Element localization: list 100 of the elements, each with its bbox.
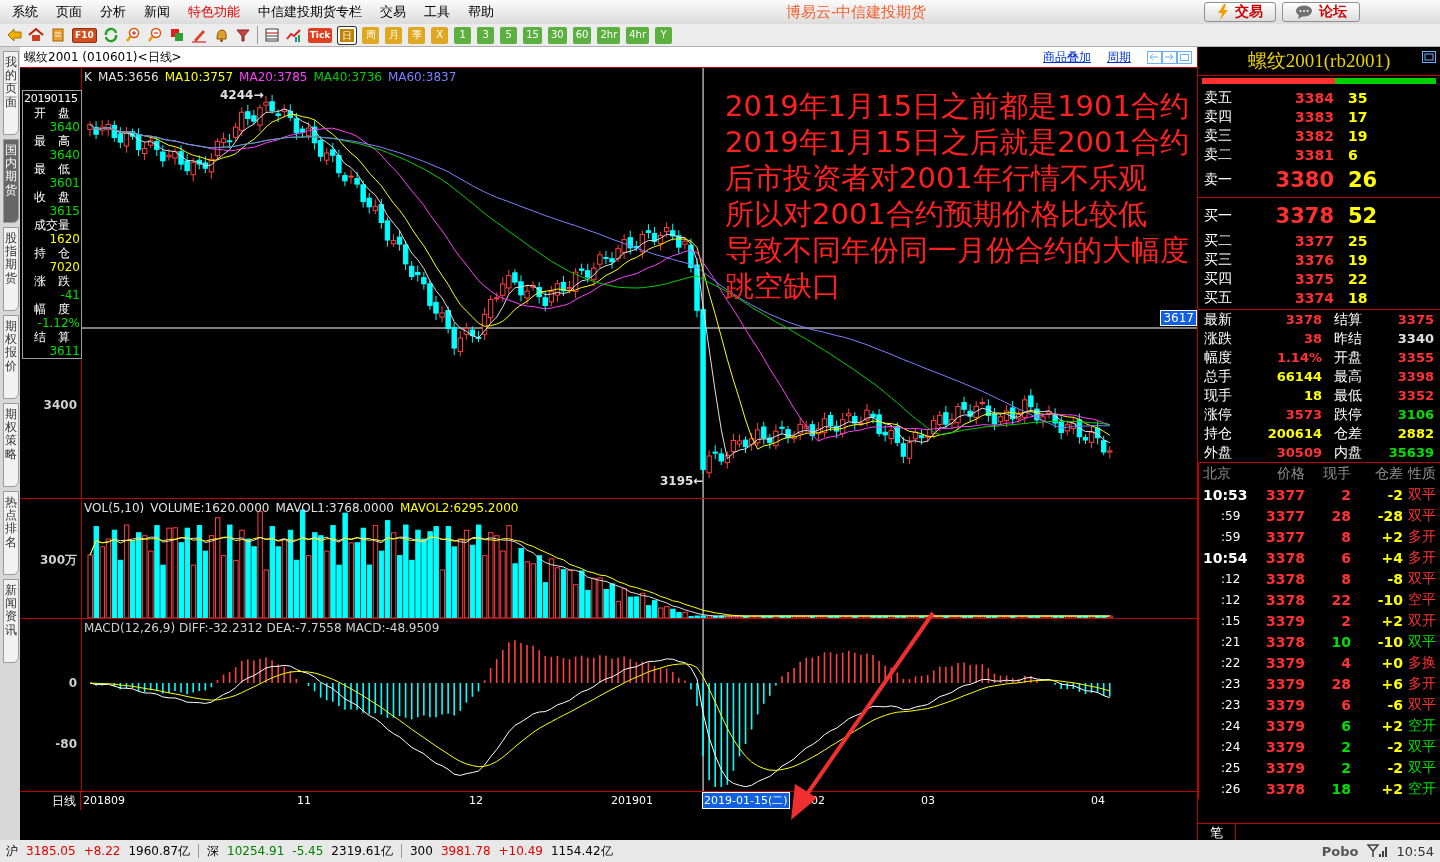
- menu-item[interactable]: 系统: [6, 3, 50, 21]
- home-icon[interactable]: [28, 27, 44, 43]
- brand-logo: Pobo: [1321, 843, 1359, 859]
- back-arrow-icon[interactable]: [6, 27, 22, 43]
- tick-volume: 2: [1340, 486, 1351, 503]
- index-change: +10.49: [498, 844, 543, 858]
- menu-item[interactable]: 新闻: [138, 3, 182, 21]
- stat-label: 昨结: [1334, 329, 1363, 348]
- tick-time: :59: [1220, 529, 1242, 544]
- index-change: -5.45: [292, 844, 324, 858]
- index-name: 沪: [6, 842, 18, 860]
- window-buttons-icon[interactable]: [1147, 50, 1193, 64]
- tick-position-change: +4: [1380, 549, 1403, 566]
- index-turnover: 1154.42亿: [550, 842, 613, 860]
- tick-position-change: +2: [1380, 780, 1403, 797]
- tick-time: :15: [1220, 613, 1242, 628]
- period-button[interactable]: 30: [547, 26, 567, 44]
- f10-button[interactable]: F10: [72, 27, 97, 43]
- side-tab[interactable]: 新闻资讯: [3, 579, 19, 663]
- overlapping-squares-icon[interactable]: [168, 27, 185, 43]
- index-turnover: 1960.87亿: [128, 842, 191, 860]
- tick-time: 10:54: [1203, 549, 1249, 566]
- period-button[interactable]: 4hr: [626, 26, 650, 44]
- pen-icon[interactable]: [190, 27, 207, 43]
- chart-link[interactable]: 商品叠加: [1043, 48, 1091, 66]
- annotation-text: 所以对2001合约预期价格比较低: [725, 196, 1148, 232]
- trade-button[interactable]: 交易: [1204, 2, 1276, 22]
- menu-item[interactable]: 分析: [94, 3, 138, 21]
- tick-price: 3378: [1265, 591, 1305, 608]
- ask-volume: 26: [1347, 167, 1378, 192]
- tick-volume: 8: [1340, 528, 1351, 545]
- stat-label: 幅度: [1204, 348, 1233, 367]
- ask-price: 3380: [1274, 167, 1334, 192]
- stat-label: 涨跌: [1204, 329, 1233, 348]
- period-button[interactable]: Y: [655, 26, 673, 44]
- ask-price: 3381: [1294, 146, 1334, 163]
- period-button[interactable]: 3: [477, 26, 495, 44]
- tick-type: 双平: [1407, 506, 1436, 525]
- menu-item[interactable]: 特色功能: [182, 3, 252, 21]
- tick-price: 3378: [1265, 570, 1305, 587]
- menu-item[interactable]: 页面: [50, 3, 94, 21]
- side-tab[interactable]: 期权报价: [3, 315, 19, 399]
- period-button[interactable]: 60: [572, 26, 592, 44]
- stat-label: 仓差: [1334, 424, 1363, 443]
- menu-item[interactable]: 交易: [374, 3, 418, 21]
- period-button[interactable]: 5: [500, 26, 518, 44]
- side-tab[interactable]: 期权策略: [3, 403, 19, 487]
- tick-type: 双平: [1407, 758, 1436, 777]
- zoom-out-icon[interactable]: [146, 27, 163, 43]
- period-button[interactable]: 15: [523, 26, 542, 44]
- tick-price: 3378: [1265, 549, 1305, 566]
- tick-type: 双平: [1407, 632, 1436, 651]
- stat-value: 200614: [1266, 426, 1323, 441]
- bid-volume: 22: [1347, 270, 1368, 287]
- period-button[interactable]: 日: [338, 26, 357, 44]
- forum-button[interactable]: 论坛: [1282, 2, 1360, 22]
- tick-price: 3379: [1265, 738, 1305, 755]
- info-label: 涨 跌: [33, 274, 71, 288]
- stat-value: 1.14%: [1275, 350, 1323, 365]
- clock-time: 10:54: [1396, 843, 1434, 859]
- column-header: 价格: [1276, 464, 1305, 483]
- tick-time: :23: [1220, 676, 1242, 691]
- notepad-icon[interactable]: [50, 27, 66, 43]
- tick-position-change: -28: [1376, 507, 1403, 524]
- tick-price: 3378: [1265, 780, 1305, 797]
- side-tab[interactable]: 股指期货: [3, 227, 19, 311]
- tick-type: 双开: [1407, 611, 1436, 630]
- info-value: 7020: [48, 260, 80, 274]
- period-button[interactable]: 2hr: [597, 26, 621, 44]
- tick-time: :21: [1220, 634, 1242, 649]
- period-button[interactable]: 1: [454, 26, 472, 44]
- tick-time: :23: [1220, 697, 1242, 712]
- side-tab[interactable]: 我的页面: [3, 51, 19, 135]
- line-chart-icon[interactable]: [285, 27, 302, 43]
- stat-value: 3378: [1284, 312, 1323, 327]
- menu-item[interactable]: 工具: [418, 3, 462, 21]
- quote-title: 螺纹2001(rb2001): [1247, 49, 1391, 73]
- refresh-icon[interactable]: [102, 27, 119, 43]
- tick-position-change: -2: [1386, 738, 1403, 755]
- filter-icon[interactable]: [234, 27, 251, 43]
- chart-link[interactable]: 周期: [1107, 48, 1131, 66]
- table-icon[interactable]: [263, 27, 280, 43]
- menu-item[interactable]: 帮助: [462, 3, 506, 21]
- period-label: 日线: [52, 792, 76, 810]
- tick-button[interactable]: Tick: [307, 27, 333, 43]
- tick-volume: 6: [1340, 696, 1351, 713]
- tick-time: 10:53: [1203, 486, 1249, 503]
- info-value: 3640: [48, 148, 80, 162]
- stat-value: 2882: [1396, 426, 1434, 441]
- window-title: 博易云-中信建投期货: [786, 3, 927, 22]
- menu-item[interactable]: 中信建投期货专栏: [252, 3, 374, 21]
- legend-label: VOLUME:1620.0000: [150, 501, 270, 515]
- side-tab[interactable]: 国内期货: [3, 139, 19, 223]
- stat-value: 3355: [1396, 350, 1434, 365]
- side-tab[interactable]: 热点排名: [3, 491, 19, 575]
- tick-price: 3377: [1265, 507, 1305, 524]
- tick-type: 空开: [1407, 716, 1436, 735]
- maximize-icon[interactable]: [1422, 51, 1436, 63]
- zoom-in-icon[interactable]: [124, 27, 141, 43]
- stat-value: 3352: [1396, 388, 1434, 403]
